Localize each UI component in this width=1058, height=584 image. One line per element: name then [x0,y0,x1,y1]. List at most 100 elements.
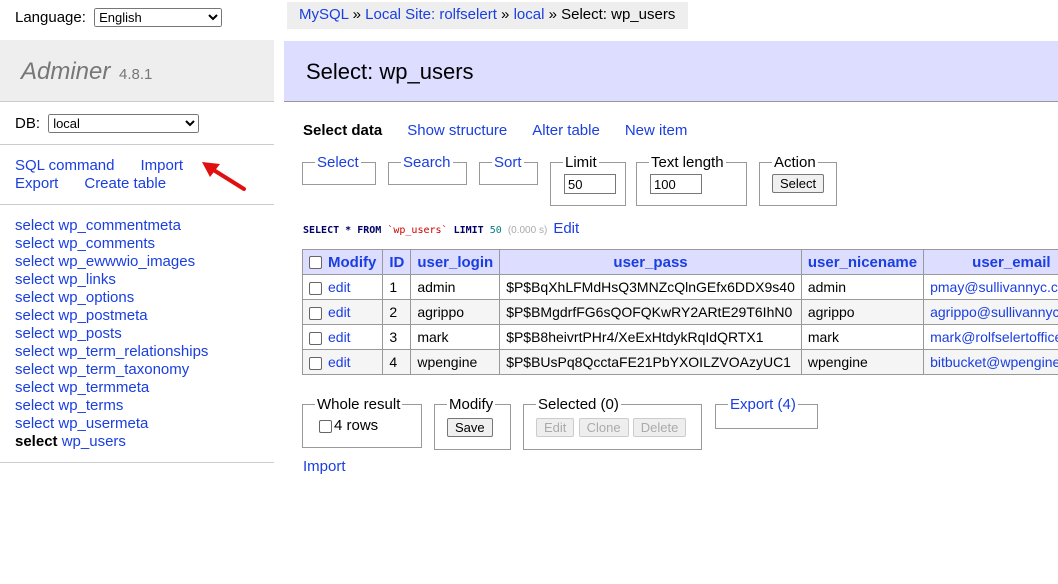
table-link[interactable]: wp_term_taxonomy [58,361,189,378]
edit-query-link[interactable]: Edit [553,220,579,237]
table-link[interactable]: wp_terms [58,397,123,414]
selected-fieldset: Selected (0) Edit Clone Delete [523,396,702,450]
column-header-user-pass[interactable]: user_pass [499,249,802,275]
breadcrumb: MySQL » Local Site: rolfselert » local »… [287,2,689,29]
whole-result-fieldset: Whole result 4 rows [302,396,422,448]
cell-user-login: wpengine [410,349,501,375]
import-link[interactable]: Import [141,157,184,175]
column-header-user-email[interactable]: user_email [923,249,1058,275]
cell-id: 3 [382,324,412,350]
select-link[interactable]: select [15,397,54,414]
limit-fieldset: Limit [550,154,626,206]
select-link[interactable]: select [15,307,54,324]
export-toggle[interactable]: Export (4) [730,396,796,413]
tab-new-item[interactable]: New item [625,122,688,139]
breadcrumb-current: Select: wp_users [561,6,676,23]
table-row: edit 4 wpengine $P$BUsPq8QcctaFE21PbYXOI… [301,349,1058,375]
edit-row-link[interactable]: edit [328,329,351,345]
tab-alter-table[interactable]: Alter table [532,122,600,139]
column-header-id[interactable]: ID [382,249,412,275]
app-version[interactable]: 4.8.1 [119,66,152,83]
cell-user-email[interactable]: agrippo@sullivannyc.com [923,299,1058,325]
row-actions-cell: edit [301,349,384,375]
row-checkbox[interactable] [309,306,322,320]
table-list-item: select wp_posts [15,325,208,343]
sidebar: Language: English Adminer 4.8.1 DB: loca… [0,0,274,584]
delete-selected-button[interactable]: Delete [632,418,687,437]
table-link[interactable]: wp_posts [58,325,121,342]
tab-show-structure[interactable]: Show structure [407,122,507,139]
table-link[interactable]: wp_users [62,433,126,450]
table-row: edit 1 admin $P$BqXhLFMdHsQ3MNZcQlnGEfx6… [301,274,1058,300]
sql-number: 50 [489,225,502,236]
select-button[interactable]: Select [772,174,825,193]
row-checkbox[interactable] [309,356,322,370]
cell-user-pass: $P$BMgdrfFG6sQOFQKwRY2ARtE29T6IhN0 [499,299,802,325]
select-link[interactable]: select [15,253,54,270]
sort-toggle[interactable]: Sort [494,154,522,171]
import-bottom-link[interactable]: Import [303,458,346,475]
edit-row-link[interactable]: edit [328,279,351,295]
table-link[interactable]: wp_termmeta [58,379,149,396]
select-link[interactable]: select [15,343,54,360]
cell-user-email[interactable]: mark@rolfselertoffice.com [923,324,1058,350]
tab-select-data[interactable]: Select data [303,122,382,139]
edit-row-link[interactable]: edit [328,354,351,370]
text-length-fieldset: Text length [636,154,747,206]
select-link[interactable]: select [15,325,54,342]
edit-row-link[interactable]: edit [328,304,351,320]
select-link[interactable]: select [15,415,54,432]
sql-keyword: SELECT [303,225,340,236]
cell-user-email[interactable]: bitbucket@wpengine.com [923,349,1058,375]
table-link[interactable]: wp_postmeta [58,307,147,324]
table-list-item: select wp_term_taxonomy [15,361,208,379]
select-link-active[interactable]: select [15,433,58,450]
breadcrumb-site[interactable]: Local Site: rolfselert [365,6,497,23]
create-table-link[interactable]: Create table [84,175,166,193]
select-all-checkbox[interactable] [309,256,322,270]
text-length-input[interactable] [650,174,702,194]
sql-command-link[interactable]: SQL command [15,157,115,175]
breadcrumb-db[interactable]: local [514,6,545,23]
all-rows-checkbox[interactable] [319,419,332,433]
table-list-item: select wp_comments [15,235,208,253]
select-link[interactable]: select [15,379,54,396]
sql-keyword: FROM [357,225,382,236]
column-header-user-nicename[interactable]: user_nicename [800,249,925,275]
table-link[interactable]: wp_options [58,289,134,306]
column-header-user-login[interactable]: user_login [410,249,501,275]
cell-user-login: mark [410,324,501,350]
table-link[interactable]: wp_ewwwio_images [58,253,195,270]
limit-input[interactable] [564,174,616,194]
table-link[interactable]: wp_usermeta [58,415,148,432]
select-link[interactable]: select [15,271,54,288]
sort-fieldset: Sort [479,154,538,185]
select-link[interactable]: select [15,289,54,306]
app-logo[interactable]: Adminer [21,58,110,86]
db-select[interactable]: local [48,114,200,133]
cell-user-login: admin [410,274,501,300]
table-link[interactable]: wp_commentmeta [58,217,181,234]
table-row: edit 3 mark $P$B8heivrtPHr4/XeExHtdykRqI… [301,324,1058,350]
row-checkbox[interactable] [309,331,322,345]
select-link[interactable]: select [15,235,54,252]
table-link[interactable]: wp_links [58,271,116,288]
save-button[interactable]: Save [447,418,493,437]
breadcrumb-separator: » [548,6,557,23]
modify-header-label[interactable]: Modify [328,254,376,271]
language-select[interactable]: English [94,8,223,27]
edit-selected-button[interactable]: Edit [536,418,575,437]
select-columns-toggle[interactable]: Select [317,154,359,171]
cell-user-email[interactable]: pmay@sullivannyc.com [923,274,1058,300]
search-toggle[interactable]: Search [403,154,451,171]
row-checkbox[interactable] [309,281,322,295]
export-link[interactable]: Export [15,175,58,193]
table-link[interactable]: wp_term_relationships [58,343,208,360]
table-link[interactable]: wp_comments [58,235,155,252]
select-link[interactable]: select [15,361,54,378]
clone-selected-button[interactable]: Clone [578,418,629,437]
cell-user-pass: $P$BqXhLFMdHsQ3MNZcQlnGEfx6DDX9s40 [499,274,802,300]
red-arrow-annotation [202,162,246,191]
breadcrumb-mysql[interactable]: MySQL [299,6,348,23]
select-link[interactable]: select [15,217,54,234]
